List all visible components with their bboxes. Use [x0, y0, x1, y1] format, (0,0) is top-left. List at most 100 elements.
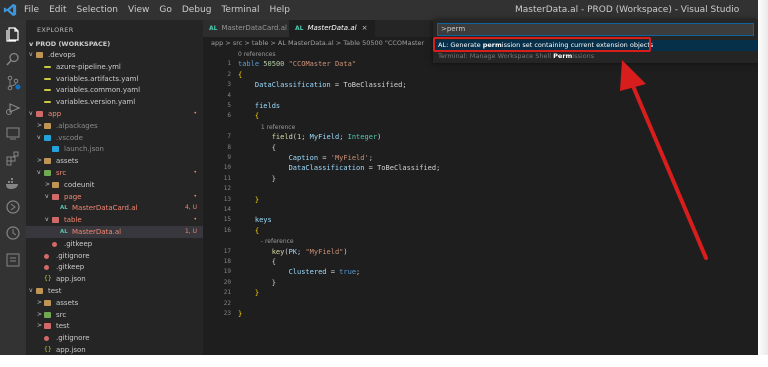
tree-item-src[interactable]: > src — [26, 309, 203, 321]
debug-icon[interactable] — [5, 100, 21, 116]
extensions-icon[interactable] — [5, 150, 21, 166]
codelens-reference[interactable]: 1 reference — [238, 123, 295, 131]
tree-item-label: .vscode — [56, 133, 83, 142]
tree-item-variables-version-yaml[interactable]: variables.version.yaml — [26, 96, 203, 108]
tree-item-app-json[interactable]: {} app.json — [26, 273, 203, 285]
tree-item-assets[interactable]: > assets — [26, 155, 203, 167]
code-line: } — [238, 279, 276, 287]
code-token: PK — [288, 247, 298, 256]
source-control-icon[interactable] — [5, 75, 21, 91]
tree-item-gitkeep[interactable]: .gitkeep — [26, 238, 203, 250]
code-line: field(1; MyField; Integer) — [238, 133, 382, 142]
folder-icon — [44, 158, 51, 165]
tree-item-azure-pipeline-yml[interactable]: azure-pipeline.yml — [26, 61, 203, 73]
workspace-title[interactable]: v PROD (WORKSPACE) — [29, 40, 110, 48]
menu-item-selection[interactable]: Selection — [77, 5, 118, 15]
tree-item-variables-common-yaml[interactable]: variables.common.yaml — [26, 84, 203, 96]
tree-item-gitignore[interactable]: .gitignore — [26, 332, 203, 344]
tree-item-app[interactable]: v app • — [26, 108, 203, 120]
code-token: ) — [343, 247, 348, 256]
al-object-icon[interactable] — [5, 199, 21, 215]
code-line: { — [238, 144, 276, 152]
explorer-sidebar: EXPLORER v PROD (WORKSPACE) v .devops azur… — [26, 20, 203, 355]
explorer-title: EXPLORER — [37, 26, 74, 34]
tree-item-variables-artifacts-yaml[interactable]: variables.artifacts.yaml — [26, 73, 203, 85]
tree-item-masterdata-al[interactable]: AL MasterData.al 1, U — [26, 226, 203, 238]
tab-masterdatacard[interactable]: AL MasterDataCard.al — [203, 20, 289, 37]
tree-item-src[interactable]: v src • — [26, 167, 203, 179]
timeline-icon[interactable] — [5, 225, 21, 241]
tree-item-label: MasterDataCard.al — [72, 204, 138, 213]
code-line: } — [238, 175, 276, 183]
menu-item-file[interactable]: File — [24, 5, 39, 15]
menu-item-view[interactable]: View — [128, 5, 149, 15]
tree-item-test[interactable]: v test — [26, 285, 203, 297]
tree-item-devops[interactable]: v .devops — [26, 49, 203, 61]
tree-item-label: .devops — [48, 51, 76, 59]
close-tab-icon[interactable]: × — [362, 24, 368, 32]
code-token: "CCOMaster Data" — [288, 60, 357, 69]
chevron-right-icon: > — [37, 310, 43, 318]
tree-item-alpackages[interactable]: > .alpackages — [26, 120, 203, 132]
chevron-right-icon: > — [37, 157, 43, 165]
explorer-icon[interactable] — [5, 26, 21, 42]
code-token: true — [339, 268, 357, 277]
chevron-right-icon: > — [37, 121, 43, 129]
code-token: = — [326, 268, 340, 277]
remote-explorer-icon[interactable] — [5, 125, 21, 141]
menu-item-help[interactable]: Help — [269, 5, 290, 15]
frame-bottom — [0, 355, 768, 367]
code-line: DataClassification = ToBeClassified; — [238, 164, 441, 173]
codelens-reference[interactable]: - reference — [238, 237, 294, 245]
tree-item-launch-json[interactable]: launch.json — [26, 143, 203, 155]
tree-item-assets[interactable]: > assets — [26, 297, 203, 309]
menu-item-go[interactable]: Go — [159, 5, 171, 15]
codelens-reference[interactable]: 0 references — [238, 50, 276, 58]
command-palette-input[interactable]: >perm — [437, 23, 754, 36]
tree-item-label: app.json — [56, 275, 86, 284]
git-status-badge: • — [193, 110, 197, 117]
code-line: } — [238, 289, 259, 297]
docker-icon[interactable] — [5, 175, 21, 191]
code-editor[interactable]: 0 references 1 table 50500 "CCOMaster Data… — [203, 50, 758, 355]
folder-icon — [52, 146, 59, 153]
folder-icon — [44, 299, 51, 306]
line-number: 20 — [223, 278, 231, 286]
tree-item-gitkeep[interactable]: .gitkeep — [26, 261, 203, 273]
menu-item-debug[interactable]: Debug — [182, 5, 212, 15]
annotation-highlight-box — [433, 37, 651, 52]
tree-item-codeunit[interactable]: > codeunit — [26, 179, 203, 191]
line-number: 19 — [223, 268, 231, 276]
output-icon[interactable] — [5, 252, 21, 268]
code-token: ; — [339, 133, 348, 142]
line-number: 6 — [227, 112, 231, 120]
tree-item-label: app — [48, 110, 62, 118]
tree-item-gitignore[interactable]: .gitignore — [26, 250, 203, 262]
code-token: DataClassification — [288, 164, 365, 173]
yaml-file-icon — [44, 101, 51, 104]
search-icon[interactable] — [5, 51, 21, 67]
tree-item-test[interactable]: > test — [26, 320, 203, 332]
palette-result-label: Terminal: Manage Workspace Shell Permiss… — [438, 52, 595, 60]
line-number: 3 — [227, 81, 231, 89]
tree-item-page[interactable]: v page • — [26, 191, 203, 203]
code-token: { — [238, 70, 243, 79]
tree-item-table[interactable]: v table • — [26, 214, 203, 226]
menu-item-terminal[interactable]: Terminal — [221, 5, 259, 15]
tree-item-vscode[interactable]: v .vscode — [26, 132, 203, 144]
tab-masterdata[interactable]: AL MasterData.al × — [289, 20, 375, 37]
git-status-badge: • — [193, 216, 197, 224]
palette-result-manage-shell-permissions[interactable]: Terminal: Manage Workspace Shell Permiss… — [433, 51, 758, 62]
folder-icon — [44, 122, 51, 129]
tree-item-app-json[interactable]: {} app.json — [26, 344, 203, 355]
line-number: 18 — [223, 258, 231, 265]
code-token: DataClassification — [254, 81, 331, 90]
menu-item-edit[interactable]: Edit — [49, 5, 66, 15]
tree-item-masterdatacard-al[interactable]: AL MasterDataCard.al 4, U — [26, 202, 203, 214]
